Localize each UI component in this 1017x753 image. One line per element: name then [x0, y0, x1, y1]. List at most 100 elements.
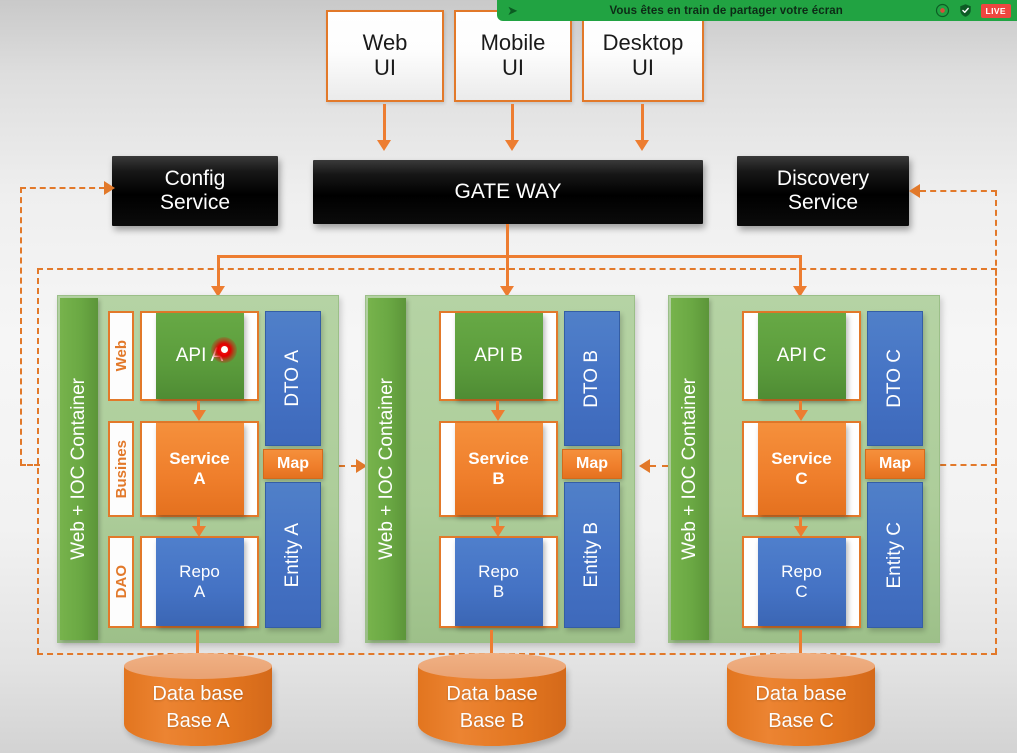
containers-frame-left — [37, 268, 39, 654]
database-label-line2: Base A — [166, 710, 230, 732]
arrow-desktop-to-gateway-head — [635, 140, 649, 151]
config-service-box[interactable]: Config Service — [112, 156, 278, 226]
web-layer-frame-c[interactable]: API C — [742, 311, 861, 401]
arrow-mobile-to-gateway-shaft — [511, 104, 514, 142]
screen-share-message: Vous êtes en train de partager votre écr… — [609, 4, 843, 17]
gateway-branch-c-shaft — [799, 255, 802, 288]
gateway-branch-a-shaft — [217, 255, 220, 288]
entity-block-b[interactable]: Entity B — [564, 482, 620, 628]
api-chip-c[interactable]: API C — [757, 313, 846, 399]
layer-tag-business-a: Busines — [108, 421, 134, 517]
api-chip-a[interactable]: API A — [155, 313, 244, 399]
map-link-b-right-arrow — [639, 459, 650, 473]
architecture-diagram-canvas: ➤ Vous êtes en train de partager votre é… — [0, 0, 1017, 753]
arrow-desktop-to-gateway-shaft — [641, 104, 644, 142]
repo-label-line1: Repo — [781, 562, 822, 582]
client-box-web-ui[interactable]: Web UI — [326, 10, 444, 102]
database-cylinder-top — [727, 653, 875, 679]
database-cylinder-top — [124, 653, 272, 679]
api-chip-b[interactable]: API B — [454, 313, 543, 399]
containers-frame-top — [37, 268, 997, 270]
api-label: API C — [776, 345, 827, 367]
dto-block-b[interactable]: DTO B — [564, 311, 620, 446]
entity-label: Entity C — [884, 521, 905, 589]
database-a[interactable]: Data base Base A — [124, 653, 272, 753]
service-chip-a[interactable]: Service A — [155, 423, 244, 515]
map-label: Map — [277, 455, 309, 472]
client-box-mobile-ui[interactable]: Mobile UI — [454, 10, 572, 102]
service-label-line1: Service — [169, 449, 230, 469]
repo-chip-c[interactable]: Repo C — [757, 538, 846, 626]
business-layer-frame-b[interactable]: Service B — [439, 421, 558, 517]
database-label-line1: Data base — [755, 683, 847, 705]
arrow-api-to-service-a-head — [192, 410, 206, 421]
dao-layer-frame-b[interactable]: Repo B — [439, 536, 558, 628]
business-layer-frame-c[interactable]: Service C — [742, 421, 861, 517]
screen-share-banner: ➤ Vous êtes en train de partager votre é… — [497, 0, 1017, 21]
entity-block-c[interactable]: Entity C — [867, 482, 923, 628]
repo-chip-a[interactable]: Repo A — [155, 538, 244, 626]
web-layer-frame-a[interactable]: API A — [140, 311, 259, 401]
dto-label: DTO C — [884, 349, 905, 408]
discovery-link-right-v — [995, 190, 997, 465]
database-c-label: Data base Base C — [727, 681, 875, 735]
service-label-line1: Service — [771, 449, 832, 469]
ioc-container-label: Web + IOC Container — [68, 378, 89, 560]
map-block-a[interactable]: Map — [263, 449, 323, 479]
repo-label-line1: Repo — [179, 562, 220, 582]
shield-check-icon[interactable] — [958, 3, 973, 18]
microservice-container-a[interactable]: Web + IOC Container Web Busines DAO API … — [57, 295, 339, 643]
arrow-web-to-gateway-head — [377, 140, 391, 151]
arrow-api-to-service-b-head — [491, 410, 505, 421]
dao-layer-frame-c[interactable]: Repo C — [742, 536, 861, 628]
repo-label-line2: C — [795, 582, 808, 601]
gateway-branch-b-shaft — [506, 255, 509, 288]
database-a-label: Data base Base A — [124, 681, 272, 735]
ioc-container-bar-a: Web + IOC Container — [60, 298, 98, 640]
service-label-line2: A — [193, 469, 206, 488]
api-label: API A — [175, 345, 224, 367]
dto-block-a[interactable]: DTO A — [265, 311, 321, 446]
layer-tag-label: DAO — [112, 565, 130, 599]
ioc-container-label: Web + IOC Container — [679, 378, 700, 560]
arrow-web-to-gateway-shaft — [383, 104, 386, 142]
map-label: Map — [576, 455, 608, 472]
client-label-line2: UI — [502, 55, 524, 80]
entity-block-a[interactable]: Entity A — [265, 482, 321, 628]
entity-label: Entity A — [282, 522, 303, 588]
service-chip-b[interactable]: Service B — [454, 423, 543, 515]
service-label-line2: C — [795, 469, 808, 488]
discovery-link-top-h — [920, 190, 997, 192]
service-chip-c[interactable]: Service C — [757, 423, 846, 515]
dao-layer-frame-a[interactable]: Repo A — [140, 536, 259, 628]
map-link-b-right-dash — [650, 465, 668, 467]
discovery-service-label-line1: Discovery — [776, 167, 870, 191]
ioc-container-bar-c: Web + IOC Container — [671, 298, 709, 640]
database-label-line2: Base B — [459, 710, 525, 732]
layer-tag-web-a: Web — [108, 311, 134, 401]
database-b[interactable]: Data base Base B — [418, 653, 566, 753]
database-c[interactable]: Data base Base C — [727, 653, 875, 753]
business-layer-frame-a[interactable]: Service A — [140, 421, 259, 517]
layer-tag-label: Web — [112, 340, 130, 372]
dto-label: DTO B — [581, 349, 602, 408]
dto-block-c[interactable]: DTO C — [867, 311, 923, 446]
microservice-container-b[interactable]: Web + IOC Container API B Service B Repo… — [365, 295, 635, 643]
web-layer-frame-b[interactable]: API B — [439, 311, 558, 401]
layer-tag-dao-a: DAO — [108, 536, 134, 628]
config-link-arrow — [104, 181, 115, 195]
ioc-container-label: Web + IOC Container — [376, 378, 397, 560]
arrow-api-to-service-c-head — [794, 410, 808, 421]
microservice-container-c[interactable]: Web + IOC Container API C Service C Repo… — [668, 295, 940, 643]
gateway-label: GATE WAY — [454, 180, 562, 204]
map-block-b[interactable]: Map — [562, 449, 622, 479]
discovery-service-box[interactable]: Discovery Service — [737, 156, 909, 226]
repo-chip-b[interactable]: Repo B — [454, 538, 543, 626]
arrow-mobile-to-gateway-head — [505, 140, 519, 151]
service-label-line2: B — [492, 469, 505, 488]
record-icon[interactable] — [935, 3, 950, 18]
map-block-c[interactable]: Map — [865, 449, 925, 479]
client-box-desktop-ui[interactable]: Desktop UI — [582, 10, 704, 102]
database-b-label: Data base Base B — [418, 681, 566, 735]
gateway-box[interactable]: GATE WAY — [313, 160, 703, 224]
